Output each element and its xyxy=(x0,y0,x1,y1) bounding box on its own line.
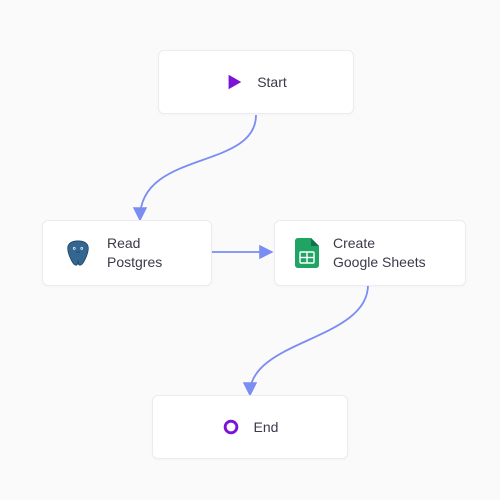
ring-icon xyxy=(222,418,240,436)
node-end[interactable]: End xyxy=(152,395,348,459)
node-read-postgres-label: Read Postgres xyxy=(107,234,162,272)
play-icon xyxy=(225,73,243,91)
node-start[interactable]: Start xyxy=(158,50,354,114)
google-sheets-icon xyxy=(295,238,319,268)
node-create-sheets[interactable]: Create Google Sheets xyxy=(274,220,466,286)
node-start-label: Start xyxy=(257,73,287,92)
node-end-label: End xyxy=(254,418,279,437)
postgres-icon xyxy=(63,238,93,268)
node-create-sheets-label: Create Google Sheets xyxy=(333,234,426,272)
node-read-postgres[interactable]: Read Postgres xyxy=(42,220,212,286)
